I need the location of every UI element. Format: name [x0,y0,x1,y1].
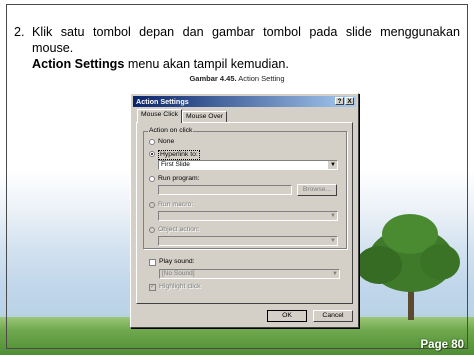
browse-button[interactable]: Browse... [297,184,337,196]
run-macro-label: Run macro: [158,201,194,208]
none-radio[interactable] [149,139,155,145]
tab-panel: Action on click None Hyperlink to: First… [136,122,353,304]
caption-text: Action Setting [236,74,285,83]
close-button[interactable]: X [345,97,354,105]
run-program-radio[interactable] [149,176,155,182]
instruction-text: 2. Klik satu tombol depan dan gambar tom… [14,24,460,72]
figure-caption: Gambar 4.45. Action Setting [0,74,474,83]
instruction-line-1: Klik satu tombol depan dan gambar tombol… [32,25,460,55]
caption-label: Gambar 4.45. [189,74,237,83]
action-settings-bold: Action Settings [32,57,125,71]
tab-mouse-click[interactable]: Mouse Click [137,109,183,123]
chevron-down-icon[interactable]: ▼ [330,270,339,278]
slide: 2. Klik satu tombol depan dan gambar tom… [0,0,474,355]
action-on-click-group: Action on click None Hyperlink to: First… [143,127,347,249]
dialog-title-bar[interactable]: Action Settings ? X [133,96,356,107]
sound-value: [No Sound] [162,270,195,277]
hyperlink-value: First Slide [161,161,190,168]
object-action-label: Object action: [158,226,200,233]
object-action-radio[interactable] [149,227,155,233]
highlight-click-checkbox[interactable]: ✓ [149,284,156,291]
sound-dropdown[interactable]: [No Sound] ▼ [159,269,340,279]
group-label: Action on click [148,127,194,134]
action-settings-dialog: Action Settings ? X Mouse Click Mouse Ov… [130,93,359,328]
play-sound-label: Play sound: [159,258,195,265]
highlight-click-label: Highlight click [159,283,201,290]
instruction-line-2: menu akan tampil kemudian. [124,57,289,71]
hyperlink-dropdown[interactable]: First Slide ▼ [158,160,338,170]
run-macro-radio[interactable] [149,202,155,208]
page-number: Page 80 [420,339,464,351]
dialog-title: Action Settings [136,97,189,106]
chevron-down-icon[interactable]: ▼ [328,237,337,245]
none-label: None [158,138,175,145]
chevron-down-icon[interactable]: ▼ [328,161,337,169]
tab-mouse-over[interactable]: Mouse Over [182,111,228,122]
hyperlink-label: Hyperlink to: [158,150,200,160]
cancel-button[interactable]: Cancel [313,310,353,322]
chevron-down-icon[interactable]: ▼ [328,212,337,220]
run-program-field[interactable] [158,185,292,195]
hyperlink-radio[interactable] [149,151,155,157]
item-number: 2. [14,25,25,39]
ok-button[interactable]: OK [267,310,307,322]
help-button[interactable]: ? [335,97,344,105]
run-program-label: Run program: [158,175,200,182]
run-macro-dropdown[interactable]: ▼ [158,211,338,221]
tree-crown [356,246,402,284]
object-action-dropdown[interactable]: ▼ [158,236,338,246]
play-sound-checkbox[interactable] [149,259,156,266]
tree-crown [420,244,460,280]
